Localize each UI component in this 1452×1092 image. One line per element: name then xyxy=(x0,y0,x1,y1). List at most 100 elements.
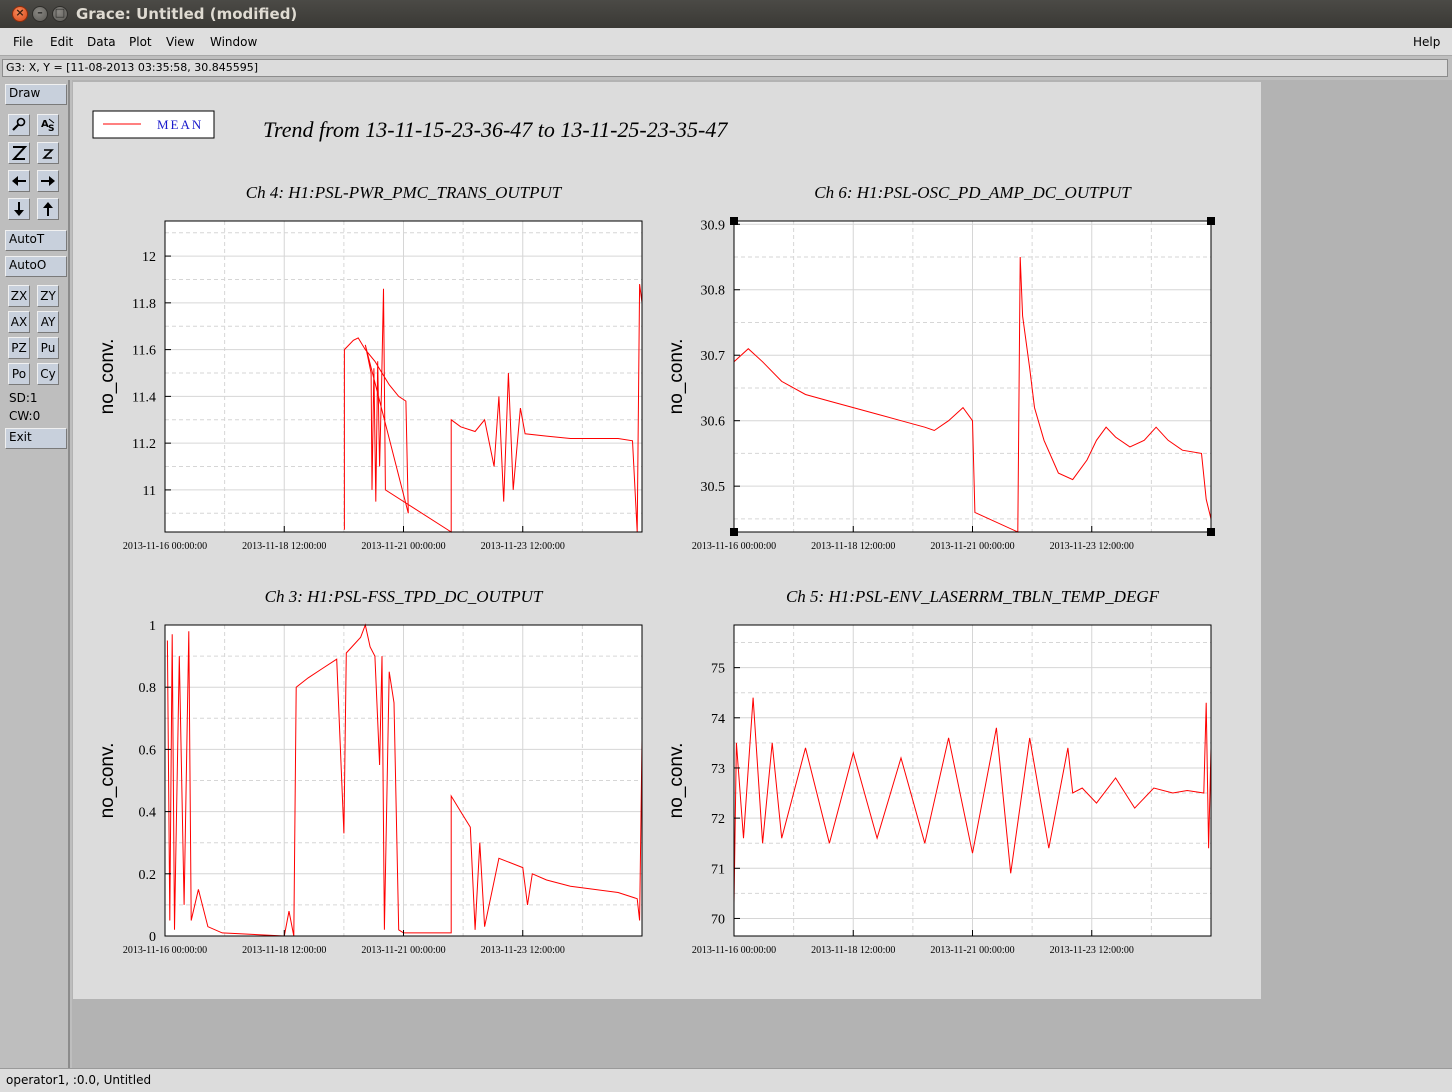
y-tick-label: 1 xyxy=(149,619,156,634)
zoom-x-button[interactable]: ZX xyxy=(8,285,30,307)
legend-label: MEAN xyxy=(157,117,203,132)
cycle-button[interactable]: Cy xyxy=(37,363,59,385)
x-tick-label: 2013-11-21 00:00:00 xyxy=(361,541,445,552)
page-title: Trend from 13-11-15-23-36-47 to 13-11-25… xyxy=(263,117,728,142)
y-tick-label: 75 xyxy=(711,662,725,677)
y-tick-label: 11.8 xyxy=(132,297,156,312)
minimize-window-button[interactable]: – xyxy=(32,6,48,22)
close-window-button[interactable]: × xyxy=(12,6,28,22)
minimize-icon: – xyxy=(37,6,43,19)
x-tick-label: 2013-11-18 12:00:00 xyxy=(811,945,895,956)
current-world-label: CW:0 xyxy=(9,409,41,423)
zoom-y-button[interactable]: ZY xyxy=(37,285,59,307)
scroll-left-button[interactable] xyxy=(8,170,30,192)
x-tick-label: 2013-11-21 00:00:00 xyxy=(930,945,1014,956)
zoom-small-icon xyxy=(42,149,54,159)
chart-title: Ch 6: H1:PSL-OSC_PD_AMP_DC_OUTPUT xyxy=(814,183,1132,202)
y-tick-label: 11 xyxy=(143,484,156,499)
autoscale-y-button[interactable]: AY xyxy=(37,311,59,333)
selection-handle[interactable] xyxy=(1207,217,1215,225)
zoom-icon xyxy=(11,146,27,160)
menubar: File Edit Data Plot View Window Help xyxy=(0,28,1452,56)
plot-canvas[interactable]: MEAN Trend from 13-11-15-23-36-47 to 13-… xyxy=(73,82,1261,999)
y-tick-label: 71 xyxy=(711,862,725,877)
magnifier-icon xyxy=(12,117,26,131)
scroll-right-button[interactable] xyxy=(37,170,59,192)
menu-edit[interactable]: Edit xyxy=(50,35,73,49)
y-tick-label: 30.9 xyxy=(701,218,726,233)
x-tick-label: 2013-11-16 00:00:00 xyxy=(123,541,207,552)
chart-title: Ch 4: H1:PSL-PWR_PMC_TRANS_OUTPUT xyxy=(246,183,563,202)
zoom-small-button[interactable] xyxy=(37,142,59,164)
autoscale-x-button[interactable]: AX xyxy=(8,311,30,333)
set-depth-label: SD:1 xyxy=(9,391,38,405)
y-tick-label: 12 xyxy=(142,250,156,265)
zoom-button[interactable] xyxy=(8,142,30,164)
status-bar: operator1, :0.0, Untitled xyxy=(0,1068,1452,1092)
y-tick-label: 11.6 xyxy=(132,344,156,359)
y-tick-label: 30.5 xyxy=(701,480,726,495)
menu-file[interactable]: File xyxy=(13,35,33,49)
y-axis-label: no_conv. xyxy=(666,743,687,819)
draw-button[interactable]: Draw xyxy=(5,84,67,105)
scroll-down-button[interactable] xyxy=(8,198,30,220)
push-zoom-button[interactable]: PZ xyxy=(8,337,30,359)
menu-data[interactable]: Data xyxy=(87,35,116,49)
x-tick-label: 2013-11-16 00:00:00 xyxy=(692,541,776,552)
arrow-right-icon xyxy=(41,176,55,186)
magnifier-button[interactable] xyxy=(8,114,30,136)
menu-view[interactable]: View xyxy=(166,35,194,49)
x-tick-label: 2013-11-21 00:00:00 xyxy=(930,541,1014,552)
x-tick-label: 2013-11-18 12:00:00 xyxy=(811,541,895,552)
plot-page[interactable]: MEAN Trend from 13-11-15-23-36-47 to 13-… xyxy=(73,82,1261,999)
y-tick-label: 73 xyxy=(711,762,725,777)
y-tick-label: 0 xyxy=(149,930,156,945)
y-axis-label: no_conv. xyxy=(97,743,118,819)
arrow-up-icon xyxy=(43,202,53,216)
arrow-down-icon xyxy=(14,202,24,216)
menu-plot[interactable]: Plot xyxy=(129,35,152,49)
y-tick-label: 70 xyxy=(711,912,725,927)
text-tool-icon: AS xyxy=(41,118,54,133)
x-tick-label: 2013-11-18 12:00:00 xyxy=(242,541,326,552)
y-tick-label: 74 xyxy=(711,712,725,727)
x-tick-label: 2013-11-23 12:00:00 xyxy=(481,541,565,552)
menu-help[interactable]: Help xyxy=(1413,35,1440,49)
pop-button[interactable]: Po xyxy=(8,363,30,385)
x-tick-label: 2013-11-23 12:00:00 xyxy=(1050,945,1134,956)
y-tick-label: 11.4 xyxy=(132,390,156,405)
y-tick-label: 30.8 xyxy=(701,284,726,299)
text-tool-button[interactable]: AS xyxy=(37,114,59,136)
tool-panel: Draw AS AutoT AutoO ZX ZY AX AY PZ Pu Po… xyxy=(0,80,70,1068)
autoscale-button[interactable]: AutoT xyxy=(5,230,67,251)
chart-title: Ch 5: H1:PSL-ENV_LASERRM_TBLN_TEMP_DEGF xyxy=(786,587,1160,606)
svg-text:S: S xyxy=(48,124,54,133)
x-tick-label: 2013-11-23 12:00:00 xyxy=(481,945,565,956)
x-tick-label: 2013-11-21 00:00:00 xyxy=(361,945,445,956)
selection-handle[interactable] xyxy=(1207,528,1215,536)
selection-handle[interactable] xyxy=(730,528,738,536)
x-tick-label: 2013-11-16 00:00:00 xyxy=(123,945,207,956)
y-axis-label: no_conv. xyxy=(97,339,118,415)
autoscale-on-button[interactable]: AutoO xyxy=(5,256,67,277)
locator-bar: G3: X, Y = [11-08-2013 03:35:58, 30.8455… xyxy=(2,59,1448,77)
push-button[interactable]: Pu xyxy=(37,337,59,359)
y-tick-label: 72 xyxy=(711,812,725,827)
maximize-window-button[interactable]: □ xyxy=(52,6,68,22)
x-tick-label: 2013-11-18 12:00:00 xyxy=(242,945,326,956)
y-tick-label: 0.6 xyxy=(139,743,157,758)
y-tick-label: 0.8 xyxy=(139,681,157,696)
y-tick-label: 0.2 xyxy=(139,868,157,883)
window-titlebar: × – □ Grace: Untitled (modified) xyxy=(0,0,1452,28)
y-tick-label: 11.2 xyxy=(132,437,156,452)
x-tick-label: 2013-11-16 00:00:00 xyxy=(692,945,776,956)
menu-window[interactable]: Window xyxy=(210,35,257,49)
window-title: Grace: Untitled (modified) xyxy=(76,5,298,23)
y-axis-label: no_conv. xyxy=(666,339,687,415)
y-tick-label: 30.6 xyxy=(701,415,726,430)
maximize-icon: □ xyxy=(54,6,66,19)
exit-button[interactable]: Exit xyxy=(5,428,67,449)
scroll-up-button[interactable] xyxy=(37,198,59,220)
selection-handle[interactable] xyxy=(730,217,738,225)
chart-title: Ch 3: H1:PSL-FSS_TPD_DC_OUTPUT xyxy=(265,587,544,606)
